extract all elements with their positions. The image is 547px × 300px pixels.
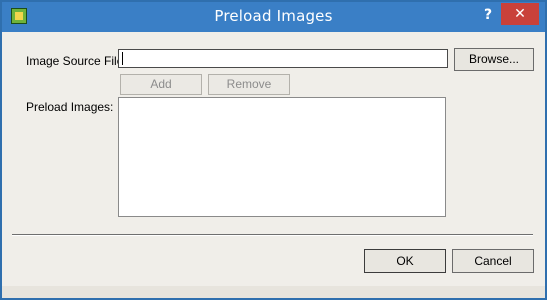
remove-button[interactable]: Remove [208,74,290,95]
dialog-title: Preload Images [214,7,333,25]
preload-images-list[interactable] [118,97,446,217]
image-source-label: Image Source File: [26,54,127,68]
title-bar[interactable]: Preload Images ? ✕ [2,2,545,32]
ok-button[interactable]: OK [364,249,446,273]
cancel-button[interactable]: Cancel [452,249,534,273]
image-source-input[interactable] [118,49,448,68]
preload-images-label: Preload Images: [26,100,114,114]
add-button[interactable]: Add [120,74,202,95]
divider [12,234,533,236]
dialog-bottom-edge [2,286,545,298]
close-icon[interactable]: ✕ [501,3,539,25]
help-icon[interactable]: ? [475,4,501,26]
text-caret [122,52,123,65]
browse-button[interactable]: Browse... [454,48,534,71]
preload-images-dialog: Preload Images ? ✕ Image Source File: Br… [0,0,547,300]
